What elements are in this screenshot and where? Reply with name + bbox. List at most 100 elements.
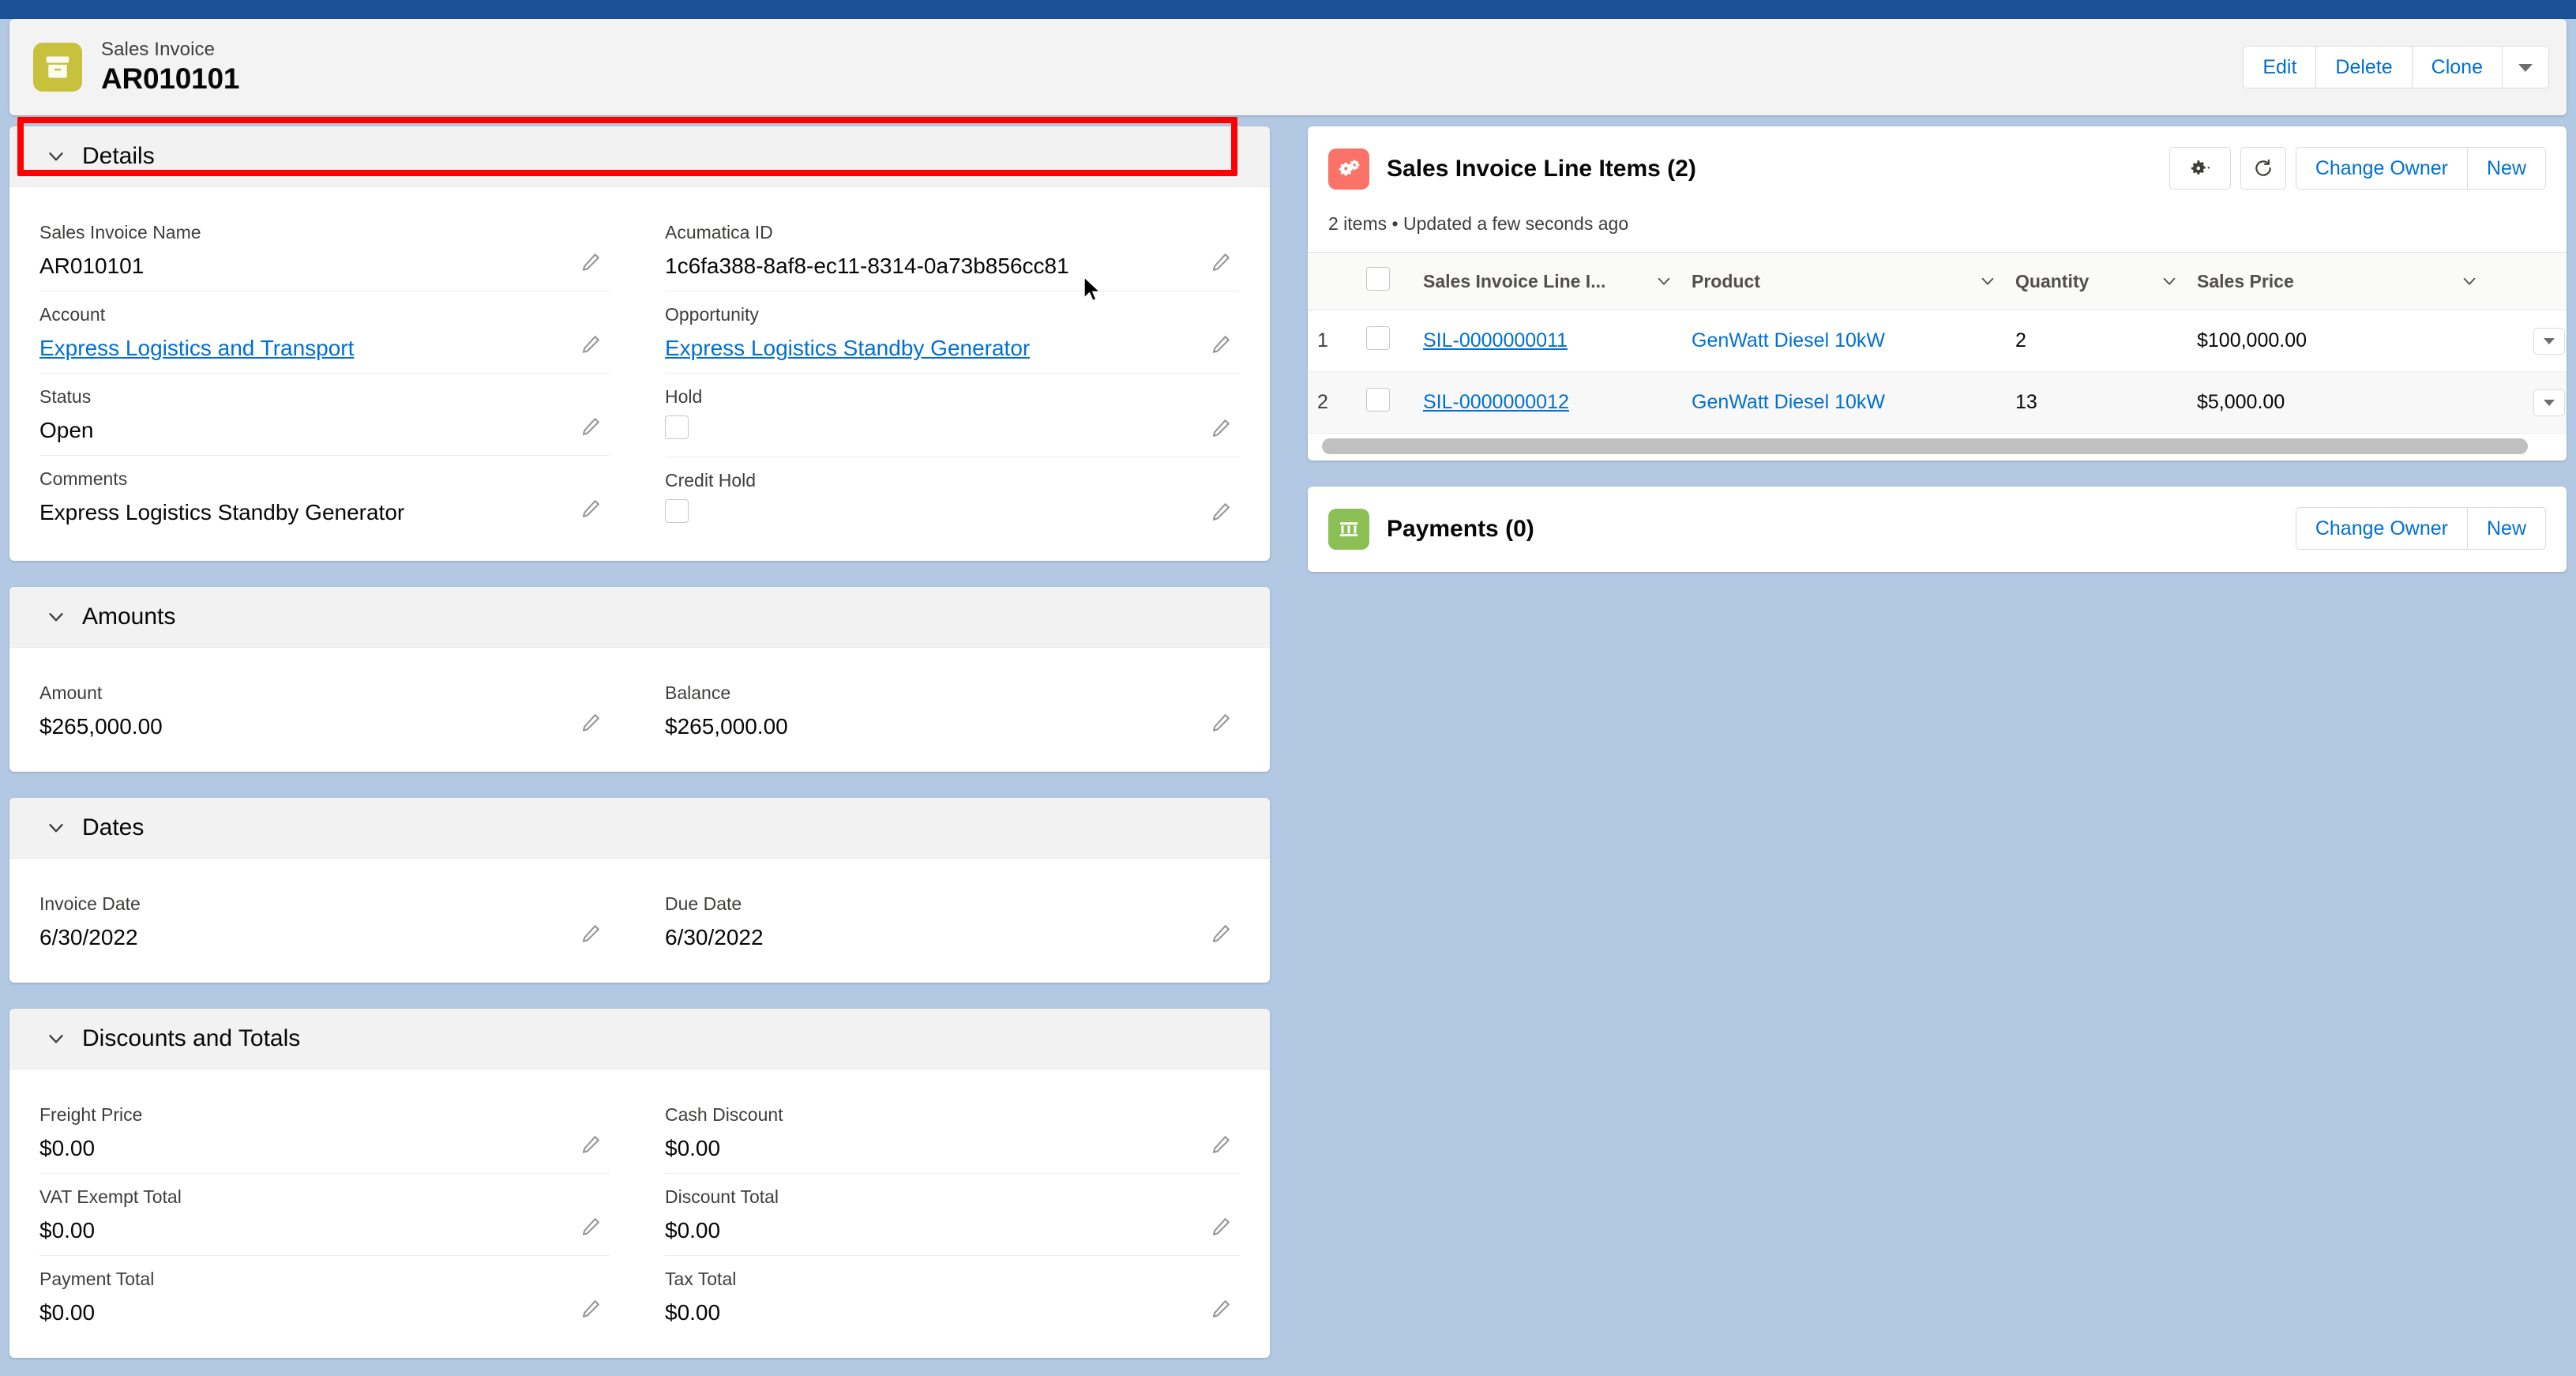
field-label: Freight Price [39,1103,562,1127]
field-label: Tax Total [665,1267,1192,1291]
payments-change-owner-button[interactable]: Change Owner [2296,507,2468,550]
amounts-card-title: Amounts [82,603,175,630]
row-actions-button[interactable] [2533,328,2565,355]
sales-invoice-line-items-card: Sales Invoice Line Items (2) [1308,126,2567,461]
edit-pencil-icon[interactable] [1210,923,1232,945]
row-checkbox[interactable] [1366,388,1390,412]
account-link[interactable]: Express Logistics and Transport [39,336,354,360]
field-hold: Hold [665,374,1240,457]
list-settings-button[interactable] [2169,147,2231,190]
column-header-name[interactable]: Sales Invoice Line I... [1414,253,1682,310]
edit-pencil-icon[interactable] [1210,1216,1232,1238]
column-header-sales-price[interactable]: Sales Price [2187,253,2488,310]
edit-pencil-icon[interactable] [1210,1298,1232,1320]
chevron-down-icon[interactable] [46,607,66,627]
field-label: Account [39,303,562,327]
refresh-button[interactable] [2240,147,2286,190]
page-title: AR010101 [101,62,239,96]
dates-card-title: Dates [82,814,144,841]
discounts-and-totals-card-title: Discounts and Totals [82,1025,300,1052]
edit-pencil-icon[interactable] [580,1216,602,1238]
edit-pencil-icon[interactable] [1210,251,1232,273]
field-value: 6/30/2022 [39,923,562,953]
edit-pencil-icon[interactable] [580,712,602,734]
line-item-link[interactable]: SIL-0000000012 [1423,391,1569,413]
chevron-down-icon [2544,338,2555,344]
field-freight-price: Freight Price $0.00 [39,1092,610,1174]
table-horizontal-scrollbar[interactable] [1308,434,2567,461]
edit-pencil-icon[interactable] [1210,712,1232,734]
chevron-down-icon[interactable] [46,1028,66,1049]
edit-pencil-icon[interactable] [580,923,602,945]
payments-actions: Change Owner New [2296,507,2546,550]
field-label: VAT Exempt Total [39,1185,562,1209]
field-value: AR010101 [39,251,562,281]
row-checkbox[interactable] [1366,326,1390,350]
row-sales-price-cell: $100,000.00 [2187,310,2488,372]
line-items-new-button[interactable]: New [2467,147,2546,190]
details-left-fields: Sales Invoice Name AR010101 Account Expr… [9,209,640,540]
chevron-down-icon[interactable] [46,146,66,167]
payments-new-button[interactable]: New [2467,507,2546,550]
field-value: $0.00 [39,1298,562,1328]
field-value: 6/30/2022 [665,923,1192,953]
line-items-change-owner-button[interactable]: Change Owner [2296,147,2468,190]
record-type-label: Sales Invoice [101,38,239,62]
field-status: Status Open [39,374,610,456]
hold-checkbox[interactable] [665,415,689,439]
field-value: $0.00 [39,1216,562,1246]
chevron-down-icon[interactable] [46,818,66,838]
edit-pencil-icon[interactable] [1210,1134,1232,1156]
edit-pencil-icon[interactable] [580,498,602,520]
row-quantity-cell: 13 [2006,372,2187,434]
row-actions-cell [2488,310,2567,372]
field-opportunity: Opportunity Express Logistics Standby Ge… [665,291,1240,374]
dates-card-body: Invoice Date 6/30/2022 Due Date 6/30/202… [9,859,1270,983]
edit-pencil-icon[interactable] [1210,501,1232,523]
more-actions-button[interactable] [2502,46,2549,88]
edit-pencil-icon[interactable] [1210,333,1232,355]
edit-pencil-icon[interactable] [580,251,602,273]
select-all-header [1357,253,1414,310]
amounts-card-header[interactable]: Amounts [9,587,1270,648]
edit-pencil-icon[interactable] [580,1134,602,1156]
chevron-down-icon[interactable] [2161,273,2178,290]
field-value: $265,000.00 [39,712,562,742]
details-card-header[interactable]: Details [9,126,1270,187]
product-link[interactable]: GenWatt Diesel 10kW [1692,391,1885,413]
opportunity-link[interactable]: Express Logistics Standby Generator [665,336,1030,360]
chevron-down-icon[interactable] [2461,273,2478,290]
row-select-cell [1357,310,1414,372]
edit-pencil-icon[interactable] [1210,417,1232,439]
column-header-label: Product [1692,271,1760,292]
line-item-link[interactable]: SIL-0000000011 [1423,329,1568,352]
credit-hold-checkbox[interactable] [665,499,689,523]
details-card-title: Details [82,143,155,170]
edit-pencil-icon[interactable] [580,415,602,438]
select-all-checkbox[interactable] [1366,267,1390,291]
chevron-down-icon[interactable] [1979,273,1996,290]
field-value: Open [39,415,562,446]
table-row: 2 SIL-0000000012 GenWatt Diesel 10kW 13 … [1308,372,2567,434]
line-items-table-body: 1 SIL-0000000011 GenWatt Diesel 10kW 2 $… [1308,310,2567,434]
row-actions-button[interactable] [2533,389,2565,416]
column-header-product[interactable]: Product [1682,253,2006,310]
field-label: Credit Hold [665,468,1192,493]
field-sales-invoice-name: Sales Invoice Name AR010101 [39,209,610,291]
edit-pencil-icon[interactable] [580,333,602,355]
dates-card-header[interactable]: Dates [9,798,1270,859]
product-link[interactable]: GenWatt Diesel 10kW [1692,329,1885,352]
column-header-quantity[interactable]: Quantity [2006,253,2187,310]
chevron-down-icon[interactable] [1655,273,1673,290]
scrollbar-thumb[interactable] [1322,438,2528,454]
edit-pencil-icon[interactable] [580,1298,602,1320]
right-column: Sales Invoice Line Items (2) [1308,126,2567,1376]
edit-button[interactable]: Edit [2243,46,2316,88]
clone-button[interactable]: Clone [2412,46,2503,88]
discounts-and-totals-card-header[interactable]: Discounts and Totals [9,1009,1270,1070]
record-action-button-group: Edit Delete Clone [2243,46,2549,88]
line-items-subtext: 2 items • Updated a few seconds ago [1308,209,2567,252]
field-value: $265,000.00 [665,712,1192,742]
delete-button[interactable]: Delete [2315,46,2412,88]
row-sales-price-cell: $5,000.00 [2187,372,2488,434]
